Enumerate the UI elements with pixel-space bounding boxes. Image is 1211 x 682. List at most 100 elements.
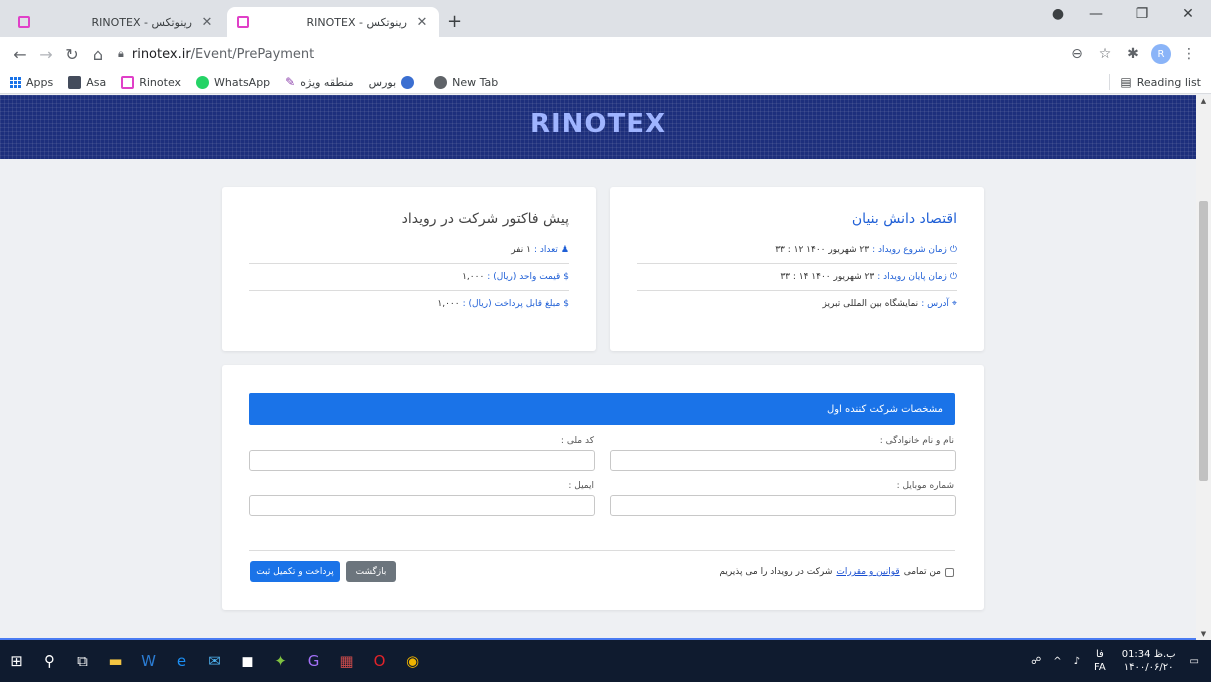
bookmark-apps[interactable]: Apps [10, 76, 53, 89]
tab-close-icon[interactable]: ✕ [415, 15, 429, 30]
minimize-button[interactable]: — [1073, 6, 1119, 22]
network-app-icon[interactable]: ✦ [264, 640, 297, 682]
task-view-icon[interactable]: ⧉ [66, 640, 99, 682]
mail-icon[interactable]: ✉ [198, 640, 231, 682]
profile-avatar[interactable]: R [1151, 44, 1171, 64]
invoice-count-row: ♟ تعداد : ۱ نفر [249, 237, 569, 264]
opera-icon[interactable]: O [363, 640, 396, 682]
address-bar[interactable]: 🔒︎ rinotex.ir/Event/PrePayment [118, 41, 1063, 67]
scroll-down-icon[interactable]: ▼ [1196, 630, 1211, 638]
bookmark-star-icon[interactable]: ☆ [1091, 46, 1119, 62]
location-pin-icon: ⌖ [951, 299, 957, 309]
bookmark-rinotex[interactable]: Rinotex [121, 75, 182, 89]
money-icon: $ [563, 272, 569, 282]
reload-icon[interactable]: ↻ [60, 45, 84, 64]
chrome-icon[interactable]: ◉ [396, 640, 429, 682]
bookmark-asa[interactable]: Asa [68, 75, 107, 89]
bookmark-special-zone[interactable]: ✎ منطقه ویژه [285, 75, 353, 89]
bookmark-label: Rinotex [139, 75, 182, 89]
notifications-icon[interactable]: ▭ [1190, 656, 1199, 667]
event-title: اقتصاد دانش بنیان [851, 211, 957, 227]
windows-start-icon[interactable]: ⊞ [0, 640, 33, 682]
invoice-count-label: تعداد : [533, 245, 558, 255]
bookmark-label: WhatsApp [214, 75, 271, 89]
invoice-unit-price-label: قیمت واحد (ریال) : [487, 272, 561, 282]
pencil-icon: ✎ [285, 75, 296, 89]
word-icon[interactable]: W [132, 640, 165, 682]
store-icon[interactable]: ◼ [231, 640, 264, 682]
back-arrow-icon[interactable]: ← [8, 45, 32, 64]
bookmarks-bar: Apps Asa Rinotex WhatsApp ✎ منطقه ویژه ب… [0, 71, 1211, 94]
event-address-row: ⌖ آدرس : نمایشگاه بین المللی تبریز [637, 291, 957, 317]
national-code-input[interactable] [249, 450, 595, 471]
terms-link[interactable]: قوانین و مقررات [836, 567, 899, 577]
form-divider [249, 550, 955, 551]
invoice-count-value: ۱ نفر [511, 245, 531, 255]
language-indicator[interactable]: فا FA [1094, 648, 1106, 674]
archive-app-icon[interactable]: ▦ [330, 640, 363, 682]
clock-time: 01:34 ب.ظ [1121, 649, 1176, 660]
close-window-button[interactable]: ✕ [1165, 6, 1211, 22]
invoice-payable-label: مبلغ قابل پرداخت (ریال) : [462, 299, 561, 309]
reading-list-icon: ▤ [1120, 75, 1132, 89]
vertical-scrollbar[interactable]: ▲ ▼ [1196, 95, 1211, 640]
event-end-row: ⏻ زمان پایان رویداد : ۲۳ شهریور ۱۴۰۰ ۱۴ … [637, 264, 957, 291]
browser-toolbar: ← → ↻ ⌂ 🔒︎ rinotex.ir/Event/PrePayment ⊖… [0, 37, 1211, 71]
tab-title: RINOTEX - رینوتکس [306, 15, 408, 29]
bookmark-label: New Tab [452, 75, 499, 89]
scroll-thumb[interactable] [1199, 201, 1208, 481]
extensions-icon[interactable]: ✱ [1119, 46, 1147, 62]
power-clock-icon: ⏻ [949, 245, 957, 255]
tab-title: RINOTEX - رینوتکس [91, 15, 193, 29]
terms-prefix: من تمامی [903, 567, 941, 577]
event-address-value: نمایشگاه بین المللی تبریز [822, 299, 919, 309]
event-start-row: ⏻ زمان شروع رویداد : ۲۳ شهریور ۱۴۰۰ ۱۲ :… [637, 237, 957, 264]
pay-and-complete-button[interactable]: پرداخت و تکمیل ثبت [250, 561, 340, 582]
forward-arrow-icon[interactable]: → [34, 45, 58, 64]
search-icon[interactable]: ⚲ [33, 640, 66, 682]
browser-tab-1[interactable]: RINOTEX - رینوتکس ✕ [8, 7, 224, 37]
email-input[interactable] [249, 495, 595, 516]
tab-search-icon[interactable]: ● [1043, 6, 1073, 22]
bookmark-bourse[interactable]: بورس [369, 75, 419, 89]
event-start-label: زمان شروع رویداد : [872, 245, 947, 255]
power-clock-icon: ⏻ [949, 272, 957, 282]
tray-chevron-icon[interactable]: ^ [1053, 656, 1061, 667]
browser-tab-2-active[interactable]: RINOTEX - رینوتکس ✕ [227, 7, 439, 37]
menu-kebab-icon[interactable]: ⋮ [1175, 46, 1203, 62]
globe-icon [434, 75, 448, 89]
terms-agreement: من تمامی قوانین و مقررات شرکت در رویداد ر… [719, 567, 954, 577]
whatsapp-icon [196, 75, 210, 89]
people-icon[interactable]: ☍ [1031, 656, 1041, 667]
full-name-input[interactable] [610, 450, 956, 471]
file-explorer-icon[interactable]: ▬ [99, 640, 132, 682]
invoice-title: پیش فاکتور شرکت در رویداد [401, 211, 569, 227]
language-short: فا [1095, 649, 1104, 660]
tab-close-icon[interactable]: ✕ [200, 15, 214, 30]
rinotex-icon [121, 75, 135, 89]
bookmark-new-tab[interactable]: New Tab [434, 75, 499, 89]
scroll-up-icon[interactable]: ▲ [1196, 97, 1211, 105]
browser-tab-strip: RINOTEX - رینوتکس ✕ RINOTEX - رینوتکس ✕ … [0, 0, 1211, 37]
site-logo[interactable]: RINOTEX [0, 109, 1196, 139]
reading-list-button[interactable]: ▤ Reading list [1120, 75, 1201, 89]
pdf-app-icon[interactable]: G [297, 640, 330, 682]
back-button[interactable]: بازگشت [346, 561, 396, 582]
invoice-unit-price-row: $ قیمت واحد (ریال) : ۱,۰۰۰ [249, 264, 569, 291]
bookmark-whatsapp[interactable]: WhatsApp [196, 75, 271, 89]
lock-icon[interactable]: 🔒︎ [118, 47, 124, 61]
zoom-icon[interactable]: ⊖ [1063, 46, 1091, 62]
edge-icon[interactable]: e [165, 640, 198, 682]
mobile-input[interactable] [610, 495, 956, 516]
bourse-icon [401, 75, 415, 89]
maximize-button[interactable]: ❐ [1119, 6, 1165, 22]
invoice-unit-price-value: ۱,۰۰۰ [462, 272, 485, 282]
full-name-label: نام و نام خانوادگی : [879, 436, 954, 446]
new-tab-button[interactable]: + [447, 13, 462, 31]
home-icon[interactable]: ⌂ [86, 45, 110, 64]
participant-form-card: مشخصات شرکت کننده اول نام و نام خانوادگی… [222, 365, 984, 610]
taskbar-clock[interactable]: 01:34 ب.ظ ۱۴۰۰/۰۶/۲۰ [1122, 648, 1176, 674]
bookmark-label: Asa [86, 75, 107, 89]
volume-icon[interactable]: ♪ [1074, 656, 1080, 667]
terms-checkbox[interactable] [945, 567, 954, 577]
